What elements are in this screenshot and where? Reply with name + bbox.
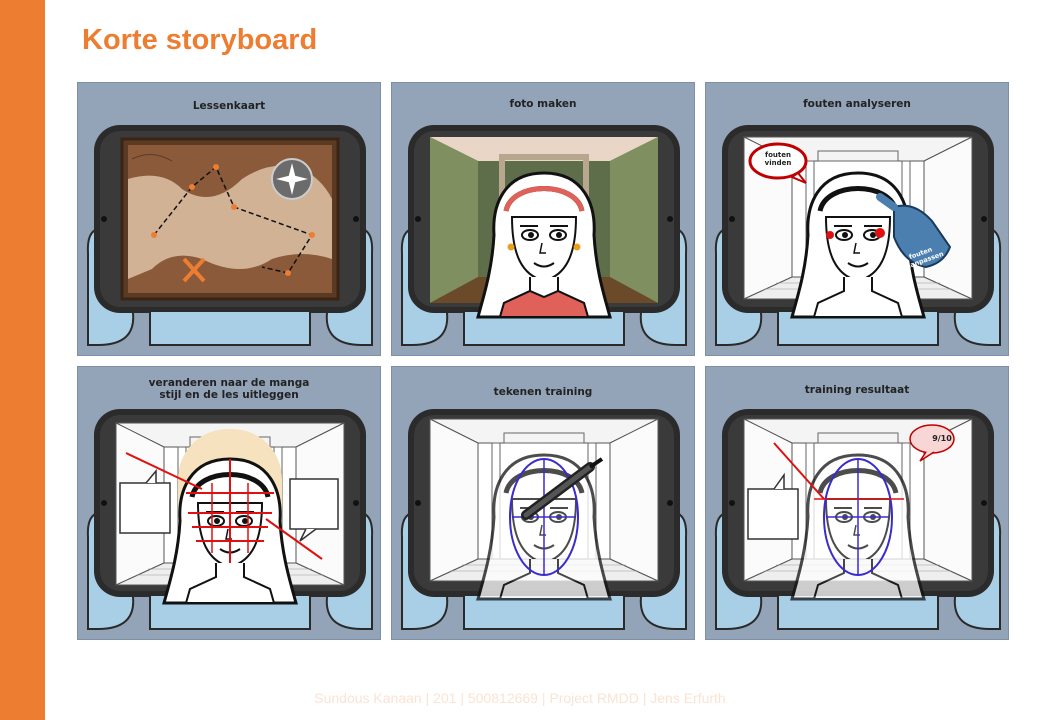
storyboard-panel-training-resultaat: training resultaat 9/10 [705,366,1009,640]
tablet-drawing-illustration [400,408,688,630]
storyboard-panel-lessenkaart: Lessenkaart [77,82,381,356]
score-badge: 9/10 [932,434,952,443]
tablet-map-illustration [86,124,374,346]
storyboard-panel-fouten-analyseren: fouten analyseren fouten vinden fouten a… [705,82,1009,356]
tablet-manga-illustration [86,408,374,630]
side-accent-bar [0,0,45,720]
storyboard-panel-manga-uitleg: veranderen naar de manga stijl en de les… [77,366,381,640]
slide-footer: Sundous Kanaan | 201 | 500812669 | Proje… [314,690,726,706]
slide-title: Korte storyboard [82,24,318,56]
tablet-analysis-illustration [714,124,1002,346]
tablet-photo-illustration [400,124,688,346]
speech-bubble-text: fouten vinden [764,151,792,167]
tablet-result-illustration [714,408,1002,630]
storyboard-panel-foto-maken: foto maken [391,82,695,356]
storyboard-panel-tekenen-training: tekenen training [391,366,695,640]
